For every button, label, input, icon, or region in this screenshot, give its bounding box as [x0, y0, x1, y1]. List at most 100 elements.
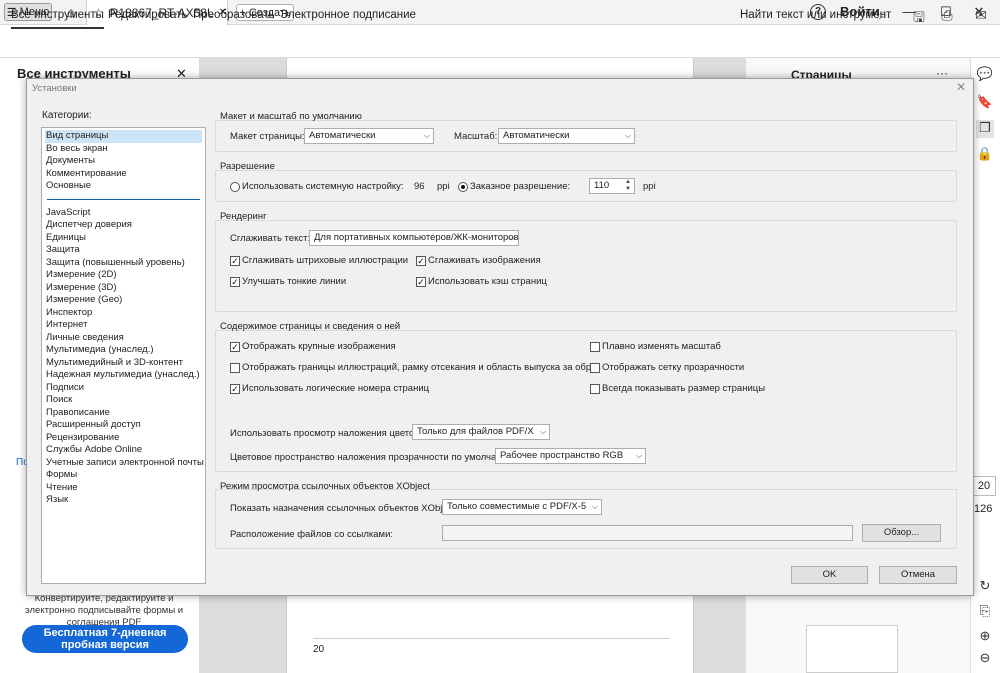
category-item[interactable]: Измерение (2D) [45, 269, 202, 282]
dialog-close-icon[interactable]: ✕ [956, 80, 966, 94]
category-item[interactable]: Язык [45, 494, 202, 507]
category-item[interactable]: Защита [45, 244, 202, 257]
smooth-text-select[interactable]: Для портативных компьютеров/ЖК-мониторов… [309, 230, 519, 246]
enhance-thin-lines-label: Улучшать тонкие линии [242, 276, 347, 287]
smooth-images-checkbox[interactable]: ✓ [416, 256, 426, 266]
overprint-preview-label: Использовать просмотр наложения цветов: [230, 428, 423, 439]
tab-e-sign[interactable]: Электронное подписание [280, 9, 416, 21]
category-item[interactable]: Инспектор [45, 307, 202, 320]
zoom-in-icon[interactable]: ⊕ [976, 628, 994, 646]
category-item[interactable]: Личные сведения [45, 332, 202, 345]
chevron-down-icon: ⌵ [624, 131, 631, 140]
category-item[interactable]: Мультимедийный и 3D-контент [45, 357, 202, 370]
chevron-down-icon: ⌵ [508, 233, 515, 242]
category-item[interactable]: Чтение [45, 482, 202, 495]
custom-resolution-value: 110 [594, 180, 610, 191]
tab-all-tools[interactable]: Все инструменты [11, 9, 104, 29]
mail-icon[interactable]: ✉ [972, 7, 990, 25]
art-trim-bleed-checkbox[interactable] [230, 363, 240, 373]
smooth-zoom-checkbox[interactable] [590, 342, 600, 352]
category-item[interactable]: Рецензирование [45, 432, 202, 445]
category-item[interactable]: Защита (повышенный уровень) [45, 257, 202, 270]
zoom-select[interactable]: Автоматически ⌵ [498, 128, 635, 144]
category-item[interactable]: Вид страницы [45, 130, 202, 143]
logical-page-numbers-checkbox[interactable]: ✓ [230, 384, 240, 394]
promo-text: Конвертируйте, редактируйте и электронно… [24, 593, 184, 628]
custom-resolution-input[interactable]: 110 ▲ ▼ [589, 178, 635, 194]
chevron-down-icon: ⌵ [635, 451, 642, 460]
overprint-preview-select[interactable]: Только для файлов PDF/X ⌵ [412, 424, 550, 440]
ok-button[interactable]: OK [791, 566, 868, 584]
custom-resolution-unit: ppi [643, 181, 656, 192]
find-text-tool[interactable]: Найти текст или инструмент [740, 9, 891, 21]
xobject-targets-select[interactable]: Только совместимые с PDF/X-5 ⌵ [442, 499, 602, 515]
categories-list[interactable]: Вид страницы Во весь экран Документы Ком… [41, 127, 206, 584]
category-item[interactable]: Учетные записи электронной почты [45, 457, 204, 470]
smooth-images-label: Сглаживать изображения [428, 255, 541, 266]
system-resolution-radio[interactable] [230, 182, 240, 192]
browse-button[interactable]: Обзор... [862, 524, 941, 542]
large-images-checkbox[interactable]: ✓ [230, 342, 240, 352]
page-size-checkbox[interactable] [590, 384, 600, 394]
extract-icon[interactable]: ⎘ [976, 603, 994, 621]
pages-icon[interactable]: ❐ [976, 120, 994, 138]
lock-icon[interactable]: 🔒 [976, 146, 994, 164]
category-item[interactable]: Правописание [45, 407, 202, 420]
art-trim-bleed-label: Отображать границы иллюстраций, рамку от… [242, 362, 601, 373]
spinner-icon[interactable]: ▲ ▼ [625, 179, 631, 193]
page-axis-line [313, 638, 670, 639]
category-item[interactable]: Основные [45, 180, 202, 193]
enhance-thin-lines-checkbox[interactable]: ✓ [230, 277, 240, 287]
resolution-group-title: Разрешение [220, 161, 275, 172]
category-item[interactable]: Во весь экран [45, 143, 202, 156]
smooth-zoom-label: Плавно изменять масштаб [602, 341, 721, 352]
rendering-group-title: Рендеринг [220, 211, 267, 222]
free-trial-button[interactable]: Бесплатная 7-дневная пробная версия [22, 625, 188, 653]
system-resolution-value: 96 [414, 181, 425, 192]
blend-space-select[interactable]: Рабочее пространство RGB ⌵ [495, 448, 646, 464]
page-count: 126 [974, 503, 993, 515]
category-item[interactable]: Службы Adobe Online [45, 444, 202, 457]
category-item[interactable]: Поиск [45, 394, 202, 407]
smooth-lineart-checkbox[interactable]: ✓ [230, 256, 240, 266]
cancel-button[interactable]: Отмена [879, 566, 957, 584]
tab-convert[interactable]: Преобразовать [193, 9, 275, 21]
logical-page-numbers-label: Использовать логические номера страниц [242, 383, 430, 394]
page-layout-select[interactable]: Автоматически ⌵ [304, 128, 434, 144]
zoom-out-icon[interactable]: ⊖ [976, 650, 994, 668]
category-item[interactable]: Надежная мультимедиа (унаслед.) [45, 369, 202, 382]
transparency-grid-checkbox[interactable] [590, 363, 600, 373]
category-item[interactable]: JavaScript [45, 207, 202, 220]
category-item[interactable]: Подписи [45, 382, 202, 395]
category-item[interactable]: Мультимедиа (унаслед.) [45, 344, 202, 357]
save-icon[interactable]: 🖫 [910, 7, 928, 25]
category-item[interactable]: Единицы [45, 232, 202, 245]
smooth-text-label: Сглаживать текст: [230, 233, 311, 244]
category-item[interactable]: Расширенный доступ [45, 419, 202, 432]
xobject-group-title: Режим просмотра ссылочных объектов XObje… [220, 481, 430, 492]
page-cache-checkbox[interactable]: ✓ [416, 277, 426, 287]
comment-icon[interactable]: 💬 [976, 66, 994, 84]
category-item[interactable]: Диспетчер доверия [45, 219, 202, 232]
category-item[interactable]: Формы [45, 469, 202, 482]
system-resolution-unit: ppi [437, 181, 450, 192]
bookmark-icon[interactable]: 🔖 [976, 94, 994, 112]
category-item[interactable]: Измерение (Geo) [45, 294, 202, 307]
custom-resolution-radio[interactable] [458, 182, 468, 192]
tab-edit[interactable]: Редактировать [108, 9, 187, 21]
category-item[interactable]: Измерение (3D) [45, 282, 202, 295]
page-thumbnail[interactable] [806, 625, 898, 673]
page-number-input[interactable]: 20 [972, 476, 996, 496]
category-item[interactable]: Интернет [45, 319, 202, 332]
category-item[interactable]: Комментирование [45, 168, 202, 181]
blend-space-label: Цветовое пространство наложения прозрачн… [230, 452, 517, 463]
zoom-label: Масштаб: [454, 131, 498, 142]
xobject-targets-value: Только совместимые с PDF/X-5 [447, 501, 587, 512]
search-icon[interactable]: ⌕ [874, 6, 892, 24]
category-item[interactable]: Документы [45, 155, 202, 168]
rotate-icon[interactable]: ↻ [976, 578, 994, 596]
linked-files-input[interactable] [442, 525, 853, 541]
smooth-text-value: Для портативных компьютеров/ЖК-мониторов [314, 232, 519, 243]
blend-space-value: Рабочее пространство RGB [500, 450, 624, 461]
print-icon[interactable]: ⎙ [938, 7, 956, 25]
